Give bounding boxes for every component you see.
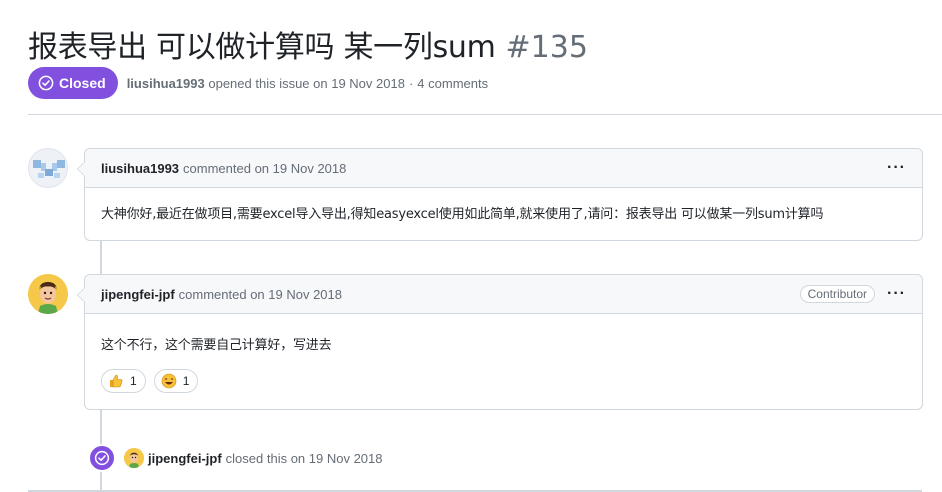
- check-circle-icon: [38, 75, 54, 91]
- header-divider: [28, 114, 942, 115]
- thumbs-up-icon: [108, 373, 124, 389]
- reaction-count: 1: [182, 374, 190, 388]
- event-text: closed this on 19 Nov 2018: [225, 450, 383, 466]
- issue-title: 报表导出 可以做计算吗 某一列sum: [28, 30, 496, 65]
- comment-body: 大神你好,最近在做项目,需要excel导入导出,得知easyexcel使用如此简…: [101, 207, 824, 222]
- comments-count[interactable]: 4 comments: [417, 76, 488, 91]
- identicon-avatar-icon: [33, 160, 65, 178]
- comment-timestamp[interactable]: commented on 19 Nov 2018: [179, 287, 342, 302]
- comment-author-link[interactable]: liusihua1993: [101, 161, 179, 176]
- closed-event: jipengfei-jpf closed this on 19 Nov 2018: [88, 444, 383, 472]
- comment-author-link[interactable]: jipengfei-jpf: [101, 287, 175, 302]
- check-circle-icon: [88, 444, 116, 472]
- event-actor-link[interactable]: jipengfei-jpf: [148, 451, 222, 466]
- issue-number: #135: [505, 30, 588, 65]
- avatar[interactable]: [28, 274, 68, 314]
- comment-timestamp[interactable]: commented on 19 Nov 2018: [183, 161, 346, 176]
- issue-meta: Closed liusihua1993 opened this issue on…: [28, 67, 488, 99]
- avatar[interactable]: [28, 148, 68, 188]
- laugh-icon: [161, 373, 177, 389]
- reactions-bar: 1 1: [101, 369, 199, 393]
- reaction-count: 1: [130, 374, 137, 388]
- issue-title-row: 报表导出 可以做计算吗 某一列sum #135: [28, 22, 588, 65]
- avatar[interactable]: [124, 448, 144, 468]
- state-badge: Closed: [28, 67, 118, 99]
- issue-author-link[interactable]: liusihua1993: [127, 76, 205, 91]
- comment-header: jipengfei-jpf commented on 19 Nov 2018 C…: [85, 275, 922, 314]
- reaction-laugh[interactable]: 1: [153, 369, 199, 393]
- contributor-badge: Contributor: [799, 285, 876, 303]
- comment-card: jipengfei-jpf commented on 19 Nov 2018 C…: [77, 274, 923, 410]
- comment-card: liusihua1993 commented on 19 Nov 2018 ··…: [77, 148, 923, 241]
- cartoon-face-avatar-icon: [28, 274, 68, 314]
- more-options-icon[interactable]: ···: [887, 286, 906, 302]
- issue-meta-text: liusihua1993 opened this issue on 19 Nov…: [127, 76, 488, 91]
- state-label: Closed: [59, 75, 106, 91]
- opened-text: opened this issue on 19 Nov 2018: [208, 75, 405, 91]
- meta-separator: ·: [408, 75, 414, 91]
- reaction-thumbs-up[interactable]: 1: [101, 369, 146, 393]
- more-options-icon[interactable]: ···: [887, 160, 906, 176]
- comment-body: 这个不行，这个需要自己计算好，写进去: [101, 338, 332, 353]
- comment-header: liusihua1993 commented on 19 Nov 2018 ··…: [85, 149, 922, 188]
